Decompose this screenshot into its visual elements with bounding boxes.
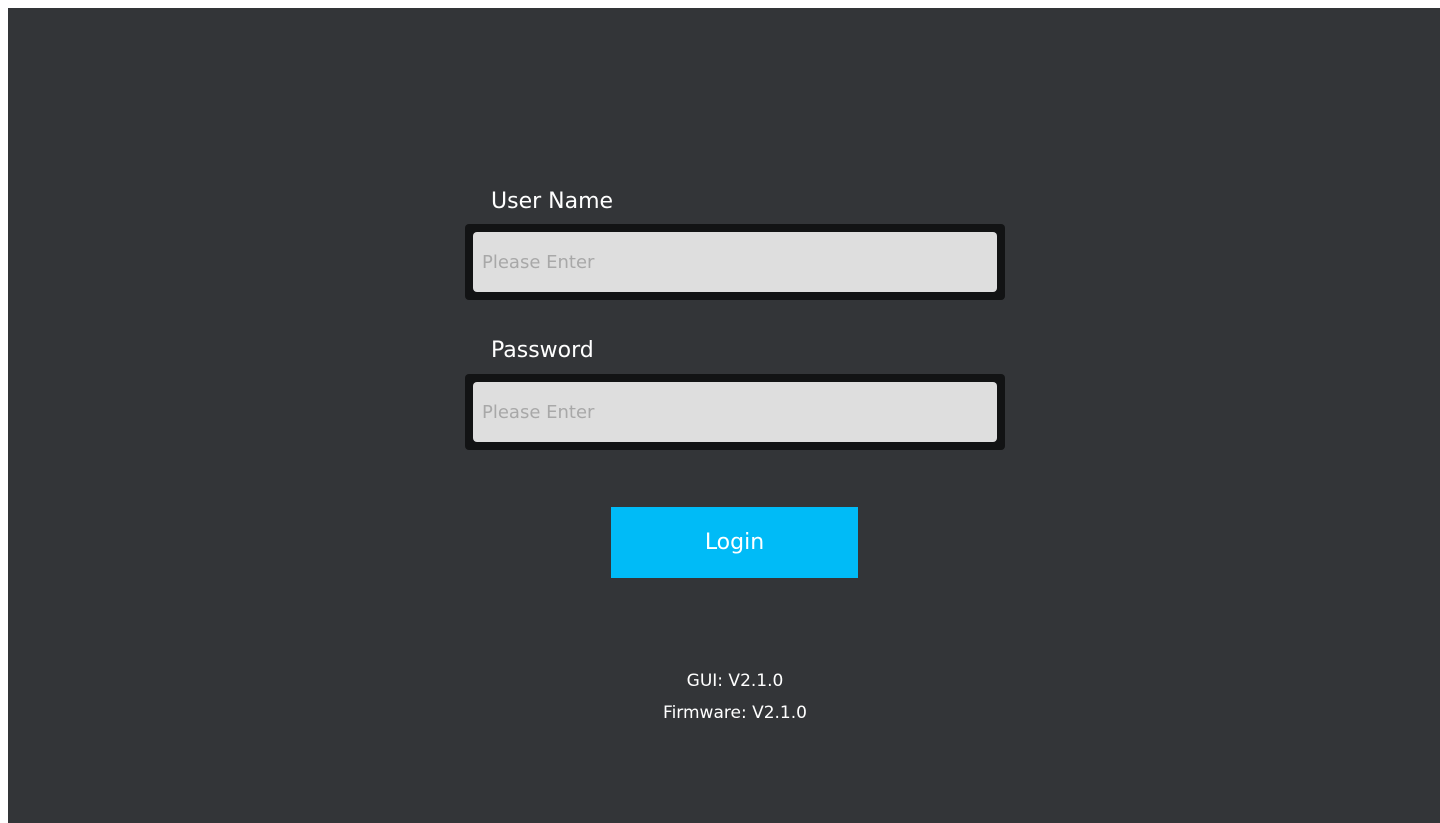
password-field-frame: [465, 374, 1005, 450]
username-field-frame: [465, 224, 1005, 300]
login-screen: User Name Password Login GUI: V2.1.0 Fir…: [8, 8, 1440, 823]
login-button[interactable]: Login: [611, 507, 858, 578]
username-label: User Name: [491, 189, 614, 214]
password-label: Password: [491, 338, 594, 363]
firmware-version-text: Firmware: V2.1.0: [663, 703, 807, 723]
password-input[interactable]: [473, 382, 997, 442]
username-input[interactable]: [473, 232, 997, 292]
gui-version-text: GUI: V2.1.0: [686, 671, 784, 691]
